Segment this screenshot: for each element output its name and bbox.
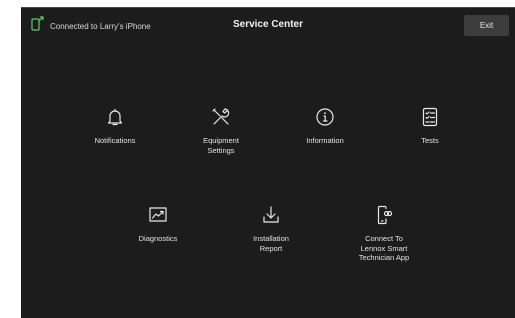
connect-technician-app-label: Connect To Lennox Smart Technician App (358, 234, 410, 262)
equipment-settings-tile[interactable]: Equipment Settings (171, 107, 271, 155)
phone-link-icon (377, 205, 393, 225)
exit-button[interactable]: Exit (464, 15, 509, 36)
header-divider (21, 7, 515, 8)
equipment-settings-label: Equipment Settings (203, 136, 239, 155)
chart-icon (149, 207, 167, 222)
information-tile[interactable]: Information (275, 107, 375, 146)
diagnostics-label: Diagnostics (138, 234, 178, 243)
information-label: Information (306, 136, 344, 145)
service-center-screen: Connected to Larry's iPhone Service Cent… (21, 7, 515, 318)
download-icon (263, 206, 279, 223)
page-title: Service Center (232, 19, 304, 30)
installation-report-tile[interactable]: Installation Report (221, 205, 321, 253)
tests-tile[interactable]: Tests (380, 107, 480, 146)
tools-icon (212, 108, 230, 125)
diagnostics-tile[interactable]: Diagnostics (108, 205, 208, 244)
installation-report-label: Installation Report (253, 234, 289, 253)
notifications-tile[interactable]: Notifications (65, 107, 165, 146)
bell-icon (107, 108, 123, 126)
checklist-icon (422, 107, 438, 127)
info-icon (316, 108, 334, 126)
tests-label: Tests (421, 136, 439, 145)
connect-technician-app-tile[interactable]: Connect To Lennox Smart Technician App (334, 205, 434, 263)
notifications-label: Notifications (94, 136, 136, 145)
